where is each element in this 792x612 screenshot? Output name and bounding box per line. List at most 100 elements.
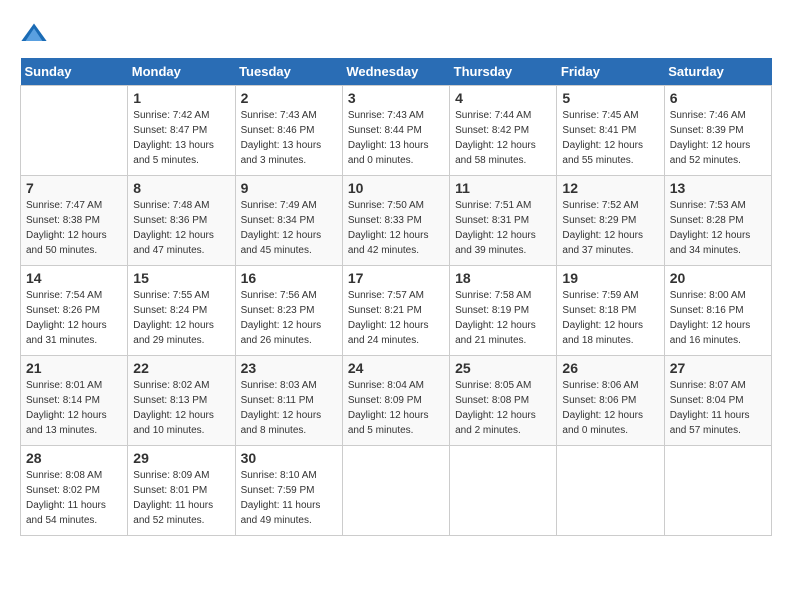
day-cell: 18 Sunrise: 7:58 AMSunset: 8:19 PMDayligh… xyxy=(450,266,557,356)
calendar-table: SundayMondayTuesdayWednesdayThursdayFrid… xyxy=(20,58,772,536)
day-number: 28 xyxy=(26,450,122,466)
day-cell xyxy=(21,86,128,176)
day-number: 18 xyxy=(455,270,551,286)
day-cell: 10 Sunrise: 7:50 AMSunset: 8:33 PMDayligh… xyxy=(342,176,449,266)
day-info: Sunrise: 7:45 AMSunset: 8:41 PMDaylight:… xyxy=(562,108,658,168)
day-cell: 22 Sunrise: 8:02 AMSunset: 8:13 PMDayligh… xyxy=(128,356,235,446)
day-number: 30 xyxy=(241,450,337,466)
day-cell: 7 Sunrise: 7:47 AMSunset: 8:38 PMDaylight… xyxy=(21,176,128,266)
day-number: 17 xyxy=(348,270,444,286)
day-header-sunday: Sunday xyxy=(21,58,128,86)
day-cell: 11 Sunrise: 7:51 AMSunset: 8:31 PMDayligh… xyxy=(450,176,557,266)
day-info: Sunrise: 7:47 AMSunset: 8:38 PMDaylight:… xyxy=(26,198,122,258)
day-cell: 9Sunrise: 7:49 AMSunset: 8:34 PMDaylight… xyxy=(235,176,342,266)
week-row-3: 14 Sunrise: 7:54 AMSunset: 8:26 PMDayligh… xyxy=(21,266,772,356)
day-number: 25 xyxy=(455,360,551,376)
day-header-tuesday: Tuesday xyxy=(235,58,342,86)
day-info: Sunrise: 8:01 AMSunset: 8:14 PMDaylight:… xyxy=(26,378,122,438)
day-info: Sunrise: 7:49 AMSunset: 8:34 PMDaylight:… xyxy=(241,198,337,258)
day-cell: 12 Sunrise: 7:52 AMSunset: 8:29 PMDayligh… xyxy=(557,176,664,266)
day-info: Sunrise: 8:05 AMSunset: 8:08 PMDaylight:… xyxy=(455,378,551,438)
day-number: 6 xyxy=(670,90,766,106)
day-number: 2 xyxy=(241,90,337,106)
day-number: 26 xyxy=(562,360,658,376)
day-cell: 8Sunrise: 7:48 AMSunset: 8:36 PMDaylight… xyxy=(128,176,235,266)
day-info: Sunrise: 7:57 AMSunset: 8:21 PMDaylight:… xyxy=(348,288,444,348)
logo xyxy=(20,20,52,48)
day-number: 12 xyxy=(562,180,658,196)
day-info: Sunrise: 7:53 AMSunset: 8:28 PMDaylight:… xyxy=(670,198,766,258)
day-number: 21 xyxy=(26,360,122,376)
day-info: Sunrise: 7:43 AMSunset: 8:44 PMDaylight:… xyxy=(348,108,444,168)
day-cell: 19 Sunrise: 7:59 AMSunset: 8:18 PMDayligh… xyxy=(557,266,664,356)
day-info: Sunrise: 8:08 AMSunset: 8:02 PMDaylight:… xyxy=(26,468,122,528)
day-info: Sunrise: 7:55 AMSunset: 8:24 PMDaylight:… xyxy=(133,288,229,348)
day-number: 14 xyxy=(26,270,122,286)
logo-icon xyxy=(20,20,48,48)
day-cell: 28 Sunrise: 8:08 AMSunset: 8:02 PMDayligh… xyxy=(21,446,128,536)
day-cell xyxy=(557,446,664,536)
day-number: 1 xyxy=(133,90,229,106)
day-cell: 16 Sunrise: 7:56 AMSunset: 8:23 PMDayligh… xyxy=(235,266,342,356)
day-header-saturday: Saturday xyxy=(664,58,771,86)
day-header-wednesday: Wednesday xyxy=(342,58,449,86)
day-cell: 30 Sunrise: 8:10 AMSunset: 7:59 PMDayligh… xyxy=(235,446,342,536)
day-header-friday: Friday xyxy=(557,58,664,86)
day-cell: 26 Sunrise: 8:06 AMSunset: 8:06 PMDayligh… xyxy=(557,356,664,446)
day-number: 16 xyxy=(241,270,337,286)
day-info: Sunrise: 8:06 AMSunset: 8:06 PMDaylight:… xyxy=(562,378,658,438)
day-info: Sunrise: 8:07 AMSunset: 8:04 PMDaylight:… xyxy=(670,378,766,438)
day-number: 13 xyxy=(670,180,766,196)
day-number: 5 xyxy=(562,90,658,106)
day-number: 29 xyxy=(133,450,229,466)
page-header xyxy=(20,20,772,48)
day-cell xyxy=(664,446,771,536)
day-info: Sunrise: 7:51 AMSunset: 8:31 PMDaylight:… xyxy=(455,198,551,258)
day-number: 19 xyxy=(562,270,658,286)
day-cell: 14 Sunrise: 7:54 AMSunset: 8:26 PMDayligh… xyxy=(21,266,128,356)
day-cell: 4Sunrise: 7:44 AMSunset: 8:42 PMDaylight… xyxy=(450,86,557,176)
day-cell xyxy=(342,446,449,536)
day-cell: 27 Sunrise: 8:07 AMSunset: 8:04 PMDayligh… xyxy=(664,356,771,446)
day-cell: 5 Sunrise: 7:45 AMSunset: 8:41 PMDaylight… xyxy=(557,86,664,176)
day-cell: 13 Sunrise: 7:53 AMSunset: 8:28 PMDayligh… xyxy=(664,176,771,266)
day-number: 27 xyxy=(670,360,766,376)
day-cell: 20Sunrise: 8:00 AMSunset: 8:16 PMDayligh… xyxy=(664,266,771,356)
week-row-1: 1Sunrise: 7:42 AMSunset: 8:47 PMDaylight… xyxy=(21,86,772,176)
day-number: 23 xyxy=(241,360,337,376)
day-cell: 6 Sunrise: 7:46 AMSunset: 8:39 PMDaylight… xyxy=(664,86,771,176)
day-info: Sunrise: 8:04 AMSunset: 8:09 PMDaylight:… xyxy=(348,378,444,438)
day-cell: 25 Sunrise: 8:05 AMSunset: 8:08 PMDayligh… xyxy=(450,356,557,446)
day-info: Sunrise: 7:43 AMSunset: 8:46 PMDaylight:… xyxy=(241,108,337,168)
day-header-thursday: Thursday xyxy=(450,58,557,86)
day-cell: 17 Sunrise: 7:57 AMSunset: 8:21 PMDayligh… xyxy=(342,266,449,356)
day-info: Sunrise: 7:44 AMSunset: 8:42 PMDaylight:… xyxy=(455,108,551,168)
day-info: Sunrise: 7:52 AMSunset: 8:29 PMDaylight:… xyxy=(562,198,658,258)
day-header-monday: Monday xyxy=(128,58,235,86)
day-info: Sunrise: 7:54 AMSunset: 8:26 PMDaylight:… xyxy=(26,288,122,348)
day-cell: 21 Sunrise: 8:01 AMSunset: 8:14 PMDayligh… xyxy=(21,356,128,446)
day-info: Sunrise: 8:09 AMSunset: 8:01 PMDaylight:… xyxy=(133,468,229,528)
day-number: 24 xyxy=(348,360,444,376)
day-cell: 29 Sunrise: 8:09 AMSunset: 8:01 PMDayligh… xyxy=(128,446,235,536)
day-info: Sunrise: 8:10 AMSunset: 7:59 PMDaylight:… xyxy=(241,468,337,528)
day-number: 10 xyxy=(348,180,444,196)
day-info: Sunrise: 7:59 AMSunset: 8:18 PMDaylight:… xyxy=(562,288,658,348)
day-number: 7 xyxy=(26,180,122,196)
day-cell: 24 Sunrise: 8:04 AMSunset: 8:09 PMDayligh… xyxy=(342,356,449,446)
day-info: Sunrise: 7:50 AMSunset: 8:33 PMDaylight:… xyxy=(348,198,444,258)
day-cell xyxy=(450,446,557,536)
day-info: Sunrise: 7:56 AMSunset: 8:23 PMDaylight:… xyxy=(241,288,337,348)
day-cell: 3Sunrise: 7:43 AMSunset: 8:44 PMDaylight… xyxy=(342,86,449,176)
day-info: Sunrise: 8:02 AMSunset: 8:13 PMDaylight:… xyxy=(133,378,229,438)
day-info: Sunrise: 8:00 AMSunset: 8:16 PMDaylight:… xyxy=(670,288,766,348)
day-number: 22 xyxy=(133,360,229,376)
day-cell: 23Sunrise: 8:03 AMSunset: 8:11 PMDayligh… xyxy=(235,356,342,446)
day-info: Sunrise: 7:46 AMSunset: 8:39 PMDaylight:… xyxy=(670,108,766,168)
day-number: 11 xyxy=(455,180,551,196)
week-row-5: 28 Sunrise: 8:08 AMSunset: 8:02 PMDayligh… xyxy=(21,446,772,536)
day-info: Sunrise: 7:58 AMSunset: 8:19 PMDaylight:… xyxy=(455,288,551,348)
day-number: 8 xyxy=(133,180,229,196)
day-cell: 2 Sunrise: 7:43 AMSunset: 8:46 PMDaylight… xyxy=(235,86,342,176)
day-cell: 15Sunrise: 7:55 AMSunset: 8:24 PMDayligh… xyxy=(128,266,235,356)
